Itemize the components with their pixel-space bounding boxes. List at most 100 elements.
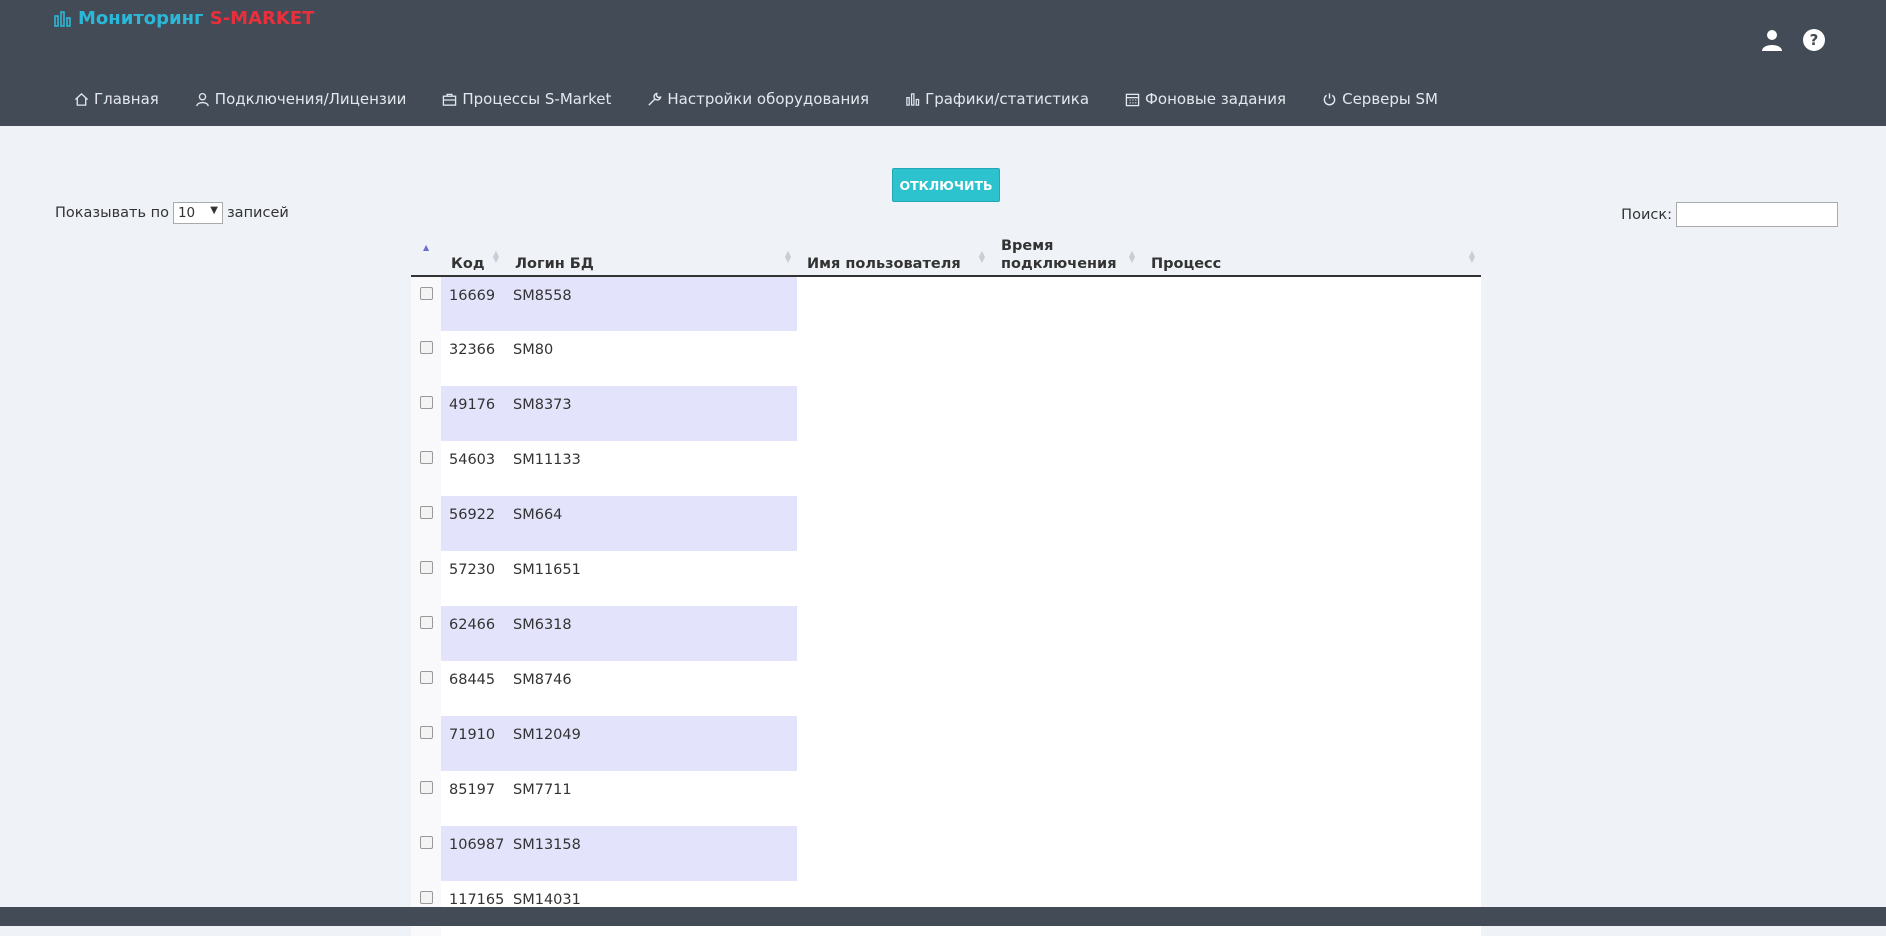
cell-user-name — [797, 771, 991, 826]
cell-login: SM11651 — [505, 551, 797, 606]
main-nav: Главная Подключения/Лицензии Процессы S-… — [74, 90, 1438, 108]
row-checkbox[interactable] — [420, 671, 433, 684]
row-select-cell — [411, 496, 441, 551]
row-select-cell — [411, 661, 441, 716]
sort-icon: ▲ ▼ — [784, 249, 791, 264]
cell-process — [1141, 826, 1481, 881]
table-row[interactable]: 106987 SM13158 — [411, 826, 1481, 881]
search-control: Поиск: — [1621, 202, 1838, 227]
cell-code: 71910 — [441, 716, 505, 771]
row-checkbox[interactable] — [420, 451, 433, 464]
row-checkbox[interactable] — [420, 341, 433, 354]
cell-user-name — [797, 551, 991, 606]
cell-connection-time — [991, 331, 1141, 386]
nav-item-connections[interactable]: Подключения/Лицензии — [195, 90, 406, 108]
table-row[interactable]: 85197 SM7711 — [411, 771, 1481, 826]
row-checkbox[interactable] — [420, 781, 433, 794]
table-header-row: ▲ Код ▲ ▼ Логин БД ▲ ▼ Имя пользователя ▲ ▼ Вр… — [411, 236, 1481, 277]
row-checkbox[interactable] — [420, 506, 433, 519]
nav-item-charts[interactable]: Графики/статистика — [905, 90, 1089, 108]
table-row[interactable]: 56922 SM664 — [411, 496, 1481, 551]
cell-code: 85197 — [441, 771, 505, 826]
cell-login: SM664 — [505, 496, 797, 551]
cell-connection-time — [991, 826, 1141, 881]
row-checkbox[interactable] — [420, 396, 433, 409]
column-header-login[interactable]: Логин БД ▲ ▼ — [505, 236, 797, 277]
cell-process — [1141, 716, 1481, 771]
nav-item-home[interactable]: Главная — [74, 90, 159, 108]
page-length-value: 10 — [177, 205, 196, 221]
page-length-select[interactable]: 10 ▼ — [172, 202, 223, 224]
row-select-cell — [411, 441, 441, 496]
row-checkbox[interactable] — [420, 836, 433, 849]
table-row[interactable]: 16669 SM8558 — [411, 276, 1481, 331]
row-checkbox[interactable] — [420, 287, 433, 300]
cell-code: 68445 — [441, 661, 505, 716]
user-icon[interactable] — [1760, 28, 1784, 52]
row-checkbox[interactable] — [420, 726, 433, 739]
row-select-cell — [411, 771, 441, 826]
power-icon — [1323, 92, 1336, 105]
cell-connection-time — [991, 661, 1141, 716]
page-length-suffix: записей — [226, 205, 289, 221]
sort-icon: ▲ ▼ — [978, 249, 985, 264]
row-select-cell — [411, 551, 441, 606]
nav-item-label: Фоновые задания — [1145, 90, 1287, 108]
column-header-select[interactable]: ▲ — [411, 236, 441, 277]
bar-chart-icon — [54, 10, 71, 27]
cell-connection-time — [991, 386, 1141, 441]
cell-process — [1141, 551, 1481, 606]
table-row[interactable]: 62466 SM6318 — [411, 606, 1481, 661]
column-header-label: Код — [451, 256, 485, 272]
brand-title-main: Мониторинг — [78, 8, 210, 29]
cell-login: SM80 — [505, 331, 797, 386]
table-row[interactable]: 49176 SM8373 — [411, 386, 1481, 441]
column-header-label: Процесс — [1151, 256, 1222, 272]
column-header-label: Логин БД — [515, 256, 594, 272]
column-header-label: Время подключения — [1001, 238, 1117, 272]
table-row[interactable]: 32366 SM80 — [411, 331, 1481, 386]
cell-user-name — [797, 441, 991, 496]
nav-item-background-jobs[interactable]: Фоновые задания — [1125, 90, 1286, 108]
cell-process — [1141, 496, 1481, 551]
cell-connection-time — [991, 276, 1141, 331]
cell-connection-time — [991, 496, 1141, 551]
nav-item-label: Настройки оборудования — [667, 90, 870, 108]
row-checkbox[interactable] — [420, 891, 433, 904]
top-header: Мониторинг S-MARKET ? Главная Подключени… — [0, 0, 1886, 126]
cell-code: 62466 — [441, 606, 505, 661]
cell-user-name — [797, 496, 991, 551]
column-header-process[interactable]: Процесс ▲ ▼ — [1141, 236, 1481, 277]
cell-process — [1141, 386, 1481, 441]
disconnect-button[interactable]: ОТКЛЮЧИТЬ — [892, 168, 1000, 202]
brand-title: Мониторинг S-MARKET — [78, 8, 314, 29]
table-row[interactable]: 57230 SM11651 — [411, 551, 1481, 606]
table-row[interactable]: 54603 SM11133 — [411, 441, 1481, 496]
row-select-cell — [411, 716, 441, 771]
table-row[interactable]: 71910 SM12049 — [411, 716, 1481, 771]
column-header-user-name[interactable]: Имя пользователя ▲ ▼ — [797, 236, 991, 277]
cell-connection-time — [991, 716, 1141, 771]
column-header-connection-time[interactable]: Время подключения ▲ ▼ — [991, 236, 1141, 277]
nav-item-processes[interactable]: Процессы S-Market — [442, 90, 611, 108]
cell-user-name — [797, 386, 991, 441]
table-row[interactable]: 68445 SM8746 — [411, 661, 1481, 716]
cell-process — [1141, 606, 1481, 661]
brand-logo[interactable]: Мониторинг S-MARKET — [54, 8, 314, 29]
cell-process — [1141, 276, 1481, 331]
cell-code: 57230 — [441, 551, 505, 606]
row-checkbox[interactable] — [420, 616, 433, 629]
nav-item-equipment-settings[interactable]: Настройки оборудования — [647, 90, 869, 108]
search-input[interactable] — [1676, 202, 1838, 227]
column-header-code[interactable]: Код ▲ ▼ — [441, 236, 505, 277]
cell-user-name — [797, 661, 991, 716]
cell-connection-time — [991, 551, 1141, 606]
row-checkbox[interactable] — [420, 561, 433, 574]
home-icon — [74, 92, 89, 106]
calendar-icon — [1125, 93, 1140, 106]
row-select-cell — [411, 276, 441, 331]
help-icon[interactable]: ? — [1802, 28, 1826, 52]
cell-user-name — [797, 716, 991, 771]
nav-item-servers[interactable]: Серверы SM — [1322, 90, 1438, 108]
wrench-icon — [648, 92, 662, 106]
